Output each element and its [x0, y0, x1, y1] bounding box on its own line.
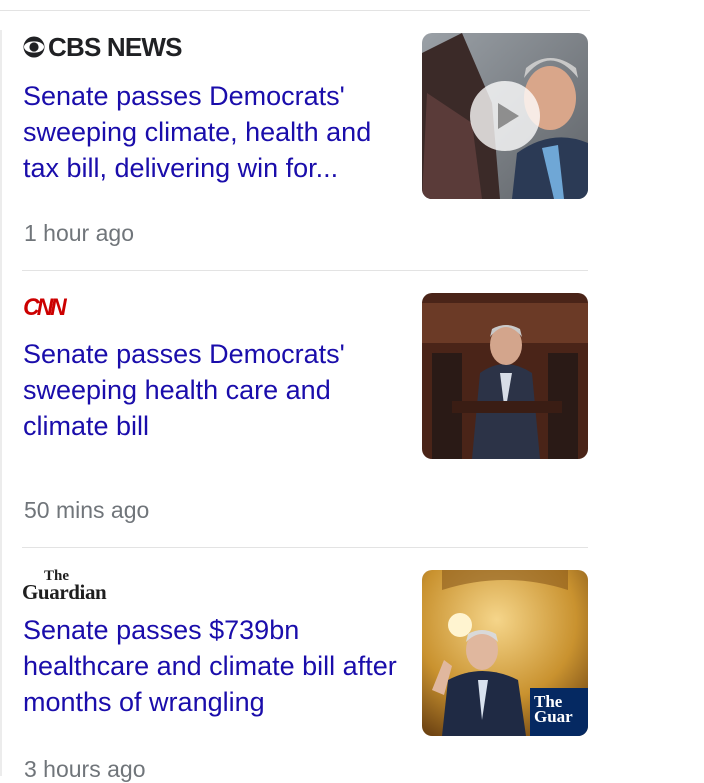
headline-link[interactable]: Senate passes $739bn healthcare and clim…: [23, 612, 413, 720]
thumbnail-image[interactable]: The Guar: [422, 570, 588, 736]
play-icon[interactable]: [469, 80, 541, 152]
logo-text-guardian: Guardian: [22, 580, 107, 604]
timestamp: 1 hour ago: [24, 220, 134, 246]
thumbnail-video[interactable]: [422, 33, 588, 199]
news-card[interactable]: The Guardian Senate passes $739bn health…: [0, 548, 590, 782]
headline-link[interactable]: Senate passes Democrats' sweeping health…: [23, 336, 413, 444]
source-logo-guardian: The Guardian: [22, 568, 122, 604]
headline-link[interactable]: Senate passes Democrats' sweeping climat…: [23, 78, 413, 186]
source-logo-cbs: CBS NEWS: [22, 32, 183, 62]
thumbnail-watermark: The Guar: [534, 694, 573, 724]
source-logo-cnn: CNN: [22, 294, 67, 321]
cbs-eye-icon: [23, 36, 45, 58]
source-name: CNN: [23, 294, 67, 321]
thumbnail-photo: [422, 293, 588, 459]
thumbnail-image[interactable]: [422, 293, 588, 459]
news-card[interactable]: CNN Senate passes Democrats' sweeping he…: [0, 271, 590, 548]
timestamp: 50 mins ago: [24, 497, 150, 523]
source-name: CBS NEWS: [48, 32, 183, 62]
timestamp: 3 hours ago: [24, 756, 146, 782]
news-card[interactable]: CBS NEWS Senate passes Democrats' sweepi…: [0, 0, 590, 270]
